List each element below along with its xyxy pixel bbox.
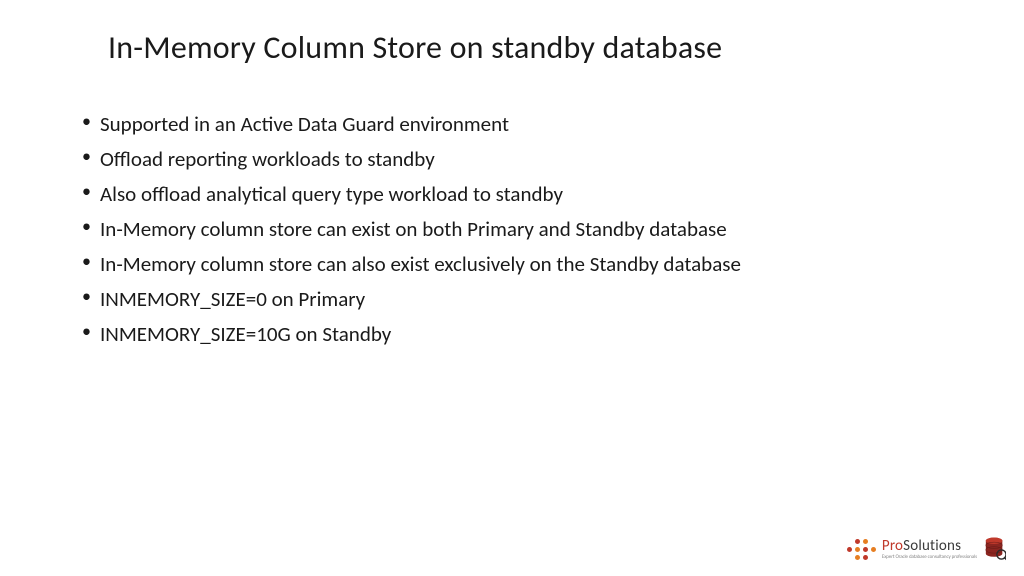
slide-container: In-Memory Column Store on standby databa… [0, 0, 1024, 576]
bullet-list: Supported in an Active Data Guard enviro… [48, 107, 976, 351]
database-icon [984, 536, 1006, 562]
logo-text: ProSolutions Expert Oracle database cons… [882, 539, 977, 560]
logo-dots-icon [847, 538, 877, 560]
list-item: Offload reporting workloads to standby [82, 142, 976, 176]
list-item: Supported in an Active Data Guard enviro… [82, 107, 976, 141]
logo-brand: ProSolutions [882, 539, 977, 554]
list-item: In-Memory column store can exist on both… [82, 212, 976, 246]
slide-title: In-Memory Column Store on standby databa… [108, 28, 976, 67]
logo-tagline: Expert Oracle database consultancy profe… [882, 555, 977, 560]
list-item: Also offload analytical query type workl… [82, 177, 976, 211]
logo: ProSolutions Expert Oracle database cons… [847, 536, 1006, 562]
list-item: INMEMORY_SIZE=0 on Primary [82, 282, 976, 316]
list-item: INMEMORY_SIZE=10G on Standby [82, 317, 976, 351]
list-item: In-Memory column store can also exist ex… [82, 247, 976, 281]
